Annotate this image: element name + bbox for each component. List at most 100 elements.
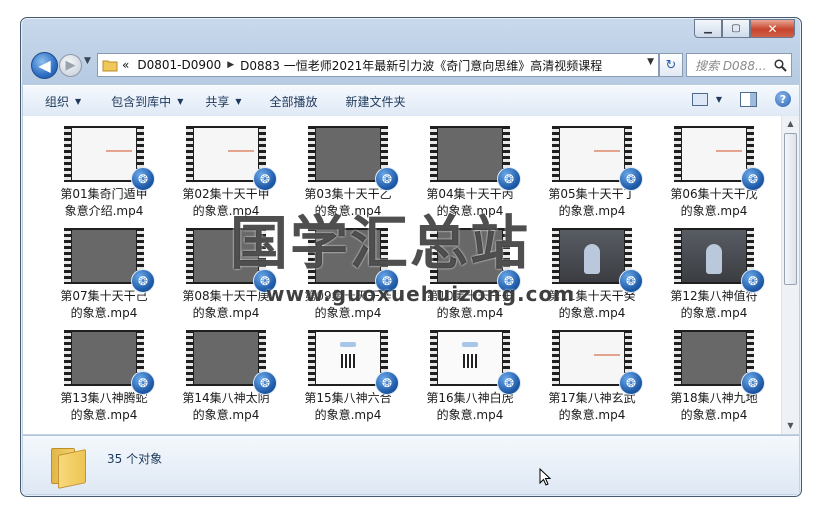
breadcrumb-separator-icon[interactable]: ▶ <box>227 60 234 70</box>
film-strip <box>64 126 71 182</box>
video-frame <box>560 230 624 282</box>
new-folder-label: 新建文件夹 <box>345 94 406 109</box>
refresh-icon: ↻ <box>665 57 677 73</box>
video-frame <box>682 332 746 384</box>
file-name: 第18集八神九地 的象意.mp4 <box>653 390 775 424</box>
video-frame <box>560 332 624 384</box>
video-thumbnail: ❂ <box>64 126 155 191</box>
recent-pages-dropdown[interactable]: ▼ <box>84 56 91 66</box>
vertical-scrollbar[interactable]: ▲ ▼ <box>781 116 799 434</box>
film-strip <box>552 228 559 284</box>
scrollbar-thumb[interactable] <box>784 133 797 285</box>
file-name-line: 的象意.mp4 <box>680 204 748 218</box>
back-button[interactable]: ◀ <box>31 52 58 79</box>
caption-buttons: ▁ ▢ ✕ <box>694 19 795 38</box>
scroll-down-arrow-icon[interactable]: ▼ <box>784 419 797 433</box>
organize-menu[interactable]: 组织 ▼ <box>45 93 81 110</box>
file-item[interactable]: ❂ 第16集八神白虎 的象意.mp4 <box>409 330 531 424</box>
video-thumbnail: ❂ <box>308 126 399 191</box>
search-icon[interactable] <box>774 58 787 72</box>
file-name: 第16集八神白虎 的象意.mp4 <box>409 390 531 424</box>
video-thumbnail: ❂ <box>674 126 765 191</box>
file-name: 第13集八神腾蛇 的象意.mp4 <box>43 390 165 424</box>
film-strip <box>552 330 559 386</box>
media-player-icon: ❂ <box>497 167 521 191</box>
maximize-button[interactable]: ▢ <box>722 19 750 38</box>
close-button[interactable]: ✕ <box>750 19 795 38</box>
video-frame <box>194 332 258 384</box>
file-item[interactable]: ❂ 第01集奇门遁甲 象意介绍.mp4 <box>43 126 165 220</box>
video-frame <box>438 128 502 180</box>
file-item[interactable]: ❂ 第17集八神玄武 的象意.mp4 <box>531 330 653 424</box>
chevron-down-icon: ▼ <box>235 96 242 106</box>
film-strip <box>308 126 315 182</box>
file-name-line: 的象意.mp4 <box>558 306 626 320</box>
file-item[interactable]: ❂ 第11集十天干癸 的象意.mp4 <box>531 228 653 322</box>
share-menu[interactable]: 共享 ▼ <box>205 93 241 110</box>
forward-button[interactable]: ▶ <box>59 54 82 77</box>
minimize-button[interactable]: ▁ <box>694 19 722 38</box>
video-frame <box>682 128 746 180</box>
file-item[interactable]: ❂ 第14集八神太阴 的象意.mp4 <box>165 330 287 424</box>
video-thumbnail: ❂ <box>186 126 277 191</box>
video-frame <box>194 128 258 180</box>
include-in-library-menu[interactable]: 包含到库中 ▼ <box>111 93 183 110</box>
media-player-icon: ❂ <box>741 167 765 191</box>
video-frame <box>438 332 502 384</box>
scroll-up-arrow-icon[interactable]: ▲ <box>784 117 797 131</box>
search-input[interactable]: 搜索 D088... <box>686 53 792 77</box>
file-name: 第07集十天干己 的象意.mp4 <box>43 288 165 322</box>
film-strip <box>186 228 193 284</box>
breadcrumb-item-parent[interactable]: D0801-D0900 <box>137 58 221 72</box>
share-label: 共享 <box>205 94 230 109</box>
file-item[interactable]: ❂ 第07集十天干己 的象意.mp4 <box>43 228 165 322</box>
video-thumbnail: ❂ <box>308 330 399 395</box>
refresh-button[interactable]: ↻ <box>659 53 683 77</box>
file-item[interactable]: ❂ 第06集十天干戊 的象意.mp4 <box>653 126 775 220</box>
video-frame <box>560 128 624 180</box>
file-name-line: 的象意.mp4 <box>70 306 138 320</box>
file-item[interactable]: ❂ 第12集八神值符 的象意.mp4 <box>653 228 775 322</box>
navigation-bar: ◀ ▶ ▼ « D0801-D0900 ▶ D0883 一恒老师2021年最新引… <box>29 50 793 80</box>
file-name-line: 的象意.mp4 <box>436 306 504 320</box>
file-name-line: 的象意.mp4 <box>680 408 748 422</box>
video-thumbnail: ❂ <box>64 330 155 395</box>
file-name-line: 的象意.mp4 <box>192 306 260 320</box>
file-item[interactable]: ❂ 第15集八神六合 的象意.mp4 <box>287 330 409 424</box>
video-thumbnail: ❂ <box>552 330 643 395</box>
command-bar: 组织 ▼ 包含到库中 ▼ 共享 ▼ 全部播放 新建文件夹 ▼ ? <box>23 85 799 117</box>
play-all-button[interactable]: 全部播放 <box>270 93 318 110</box>
media-player-icon: ❂ <box>253 371 277 395</box>
new-folder-button[interactable]: 新建文件夹 <box>346 93 406 110</box>
film-strip <box>64 228 71 284</box>
toolbar-right: ▼ ? <box>691 91 791 107</box>
file-item[interactable]: ❂ 第18集八神九地 的象意.mp4 <box>653 330 775 424</box>
film-strip <box>308 330 315 386</box>
media-player-icon: ❂ <box>375 371 399 395</box>
organize-label: 组织 <box>45 94 70 109</box>
film-strip <box>430 330 437 386</box>
video-frame <box>72 128 136 180</box>
view-options-dropdown-icon[interactable]: ▼ <box>716 95 722 104</box>
change-view-icon[interactable] <box>691 92 708 106</box>
address-dropdown-icon[interactable]: ▼ <box>647 57 654 67</box>
file-item[interactable]: ❂ 第05集十天干丁 的象意.mp4 <box>531 126 653 220</box>
breadcrumb-item-current[interactable]: D0883 一恒老师2021年最新引力波《奇门意向思维》高清视频课程 <box>240 57 602 74</box>
preview-pane-icon[interactable] <box>740 91 757 107</box>
media-player-icon: ❂ <box>741 371 765 395</box>
breadcrumb-root[interactable]: « <box>122 58 129 72</box>
film-strip <box>674 228 681 284</box>
include-library-label: 包含到库中 <box>111 94 172 109</box>
address-bar[interactable]: « D0801-D0900 ▶ D0883 一恒老师2021年最新引力波《奇门意… <box>97 53 659 77</box>
video-frame <box>72 332 136 384</box>
folder-icon <box>49 446 86 489</box>
video-thumbnail: ❂ <box>674 330 765 395</box>
details-pane: 35 个对象 <box>23 435 799 494</box>
media-player-icon: ❂ <box>497 371 521 395</box>
file-item[interactable]: ❂ 第13集八神腾蛇 的象意.mp4 <box>43 330 165 424</box>
media-player-icon: ❂ <box>131 167 155 191</box>
video-thumbnail: ❂ <box>430 126 521 191</box>
file-name-line: 的象意.mp4 <box>558 204 626 218</box>
help-icon[interactable]: ? <box>775 91 791 107</box>
video-frame <box>316 332 380 384</box>
